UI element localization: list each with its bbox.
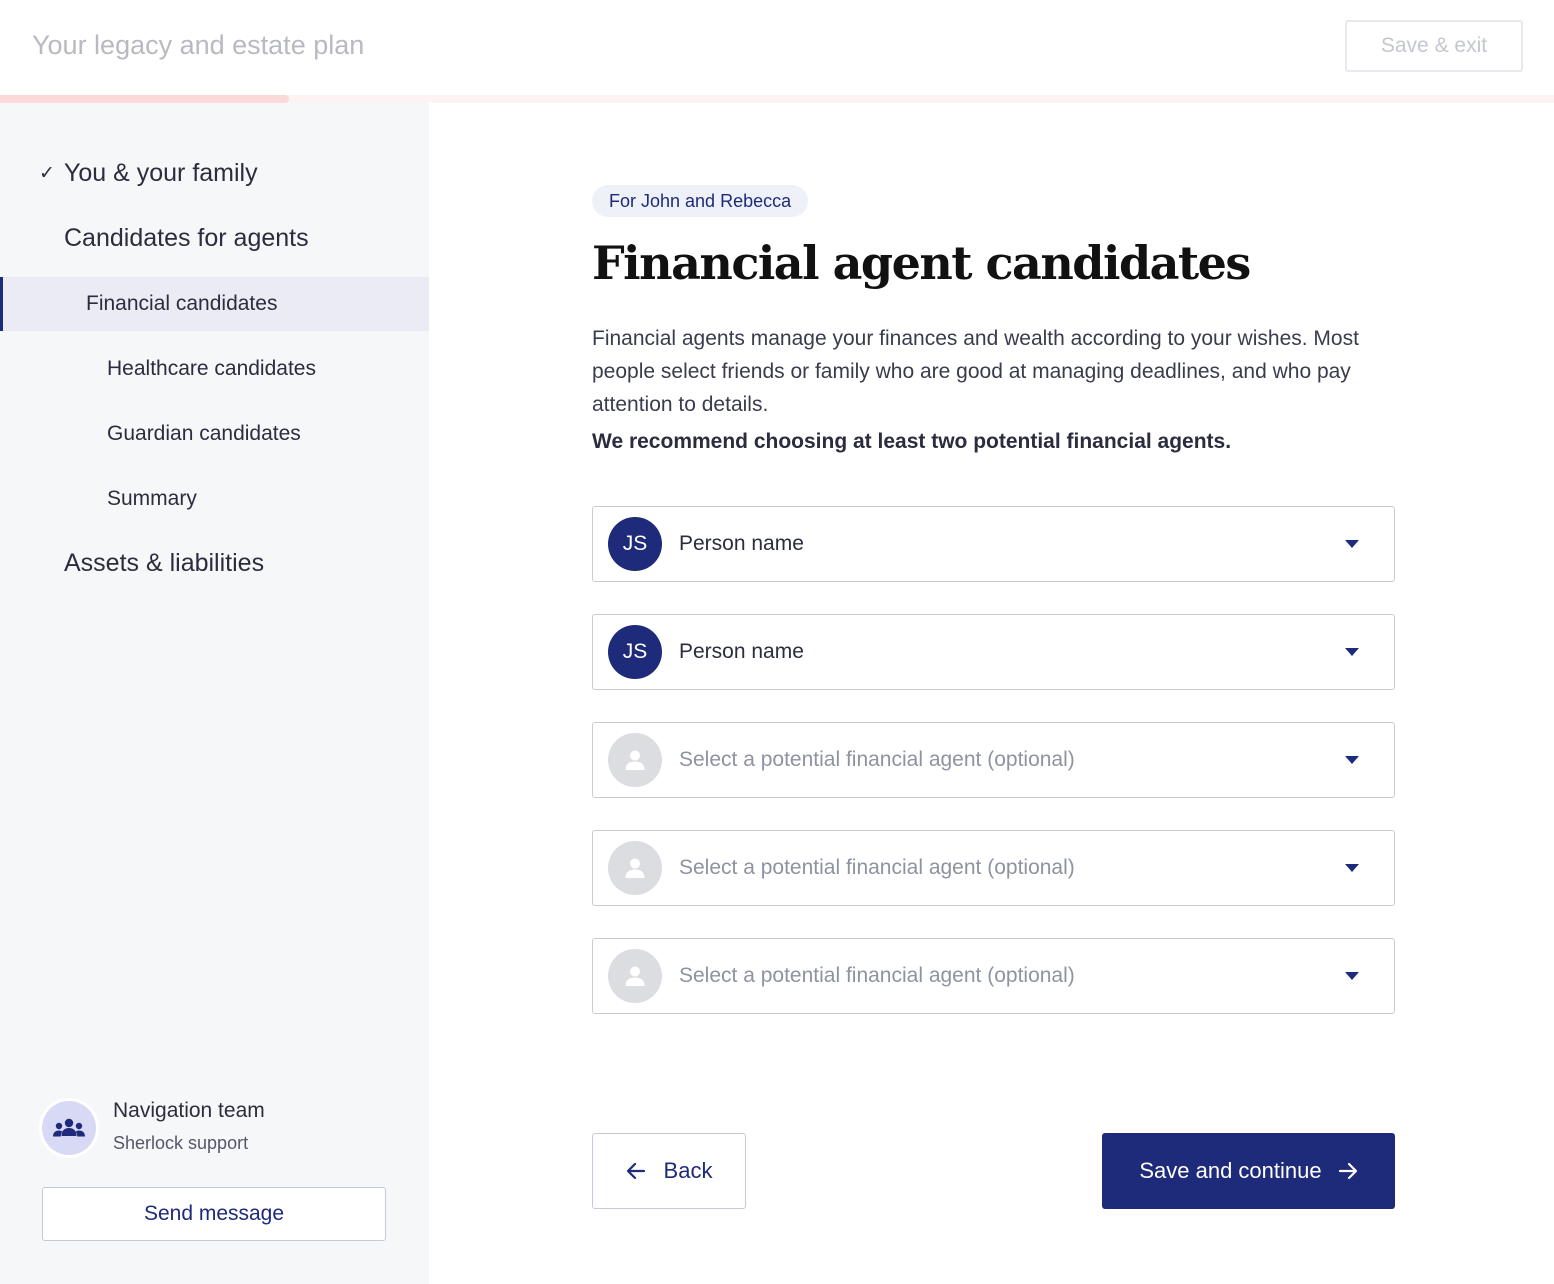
recommendation-text: We recommend choosing at least two poten… bbox=[592, 430, 1232, 453]
financial-agent-select-1[interactable]: JS Person name bbox=[592, 506, 1395, 582]
sidebar-item-guardian-candidates[interactable]: Guardian candidates bbox=[0, 409, 429, 459]
avatar: JS bbox=[608, 517, 662, 571]
person-placeholder-icon bbox=[608, 841, 662, 895]
sidebar-item-label: Guardian candidates bbox=[107, 422, 301, 445]
select-placeholder: Select a potential financial agent (opti… bbox=[679, 855, 1075, 879]
person-placeholder-icon bbox=[608, 949, 662, 1003]
sidebar-item-summary[interactable]: Summary bbox=[0, 474, 429, 524]
sidebar-item-label: Financial candidates bbox=[86, 292, 278, 315]
arrow-right-icon bbox=[1338, 1162, 1358, 1180]
sidebar-item-financial-candidates[interactable]: Financial candidates bbox=[0, 277, 429, 331]
continue-label: Save and continue bbox=[1139, 1158, 1322, 1183]
financial-agent-select-3[interactable]: Select a potential financial agent (opti… bbox=[592, 722, 1395, 798]
sidebar-item-label: Summary bbox=[107, 487, 197, 510]
financial-agent-select-5[interactable]: Select a potential financial agent (opti… bbox=[592, 938, 1395, 1014]
person-placeholder-icon bbox=[608, 733, 662, 787]
sidebar-item-candidates-for-agents[interactable]: Candidates for agents bbox=[0, 213, 429, 263]
caret-down-icon bbox=[1345, 648, 1359, 656]
select-placeholder: Select a potential financial agent (opti… bbox=[679, 747, 1075, 771]
sidebar-item-label: Healthcare candidates bbox=[107, 357, 316, 380]
select-value: Person name bbox=[679, 639, 804, 663]
back-button[interactable]: Back bbox=[592, 1133, 746, 1209]
page-title: Financial agent candidates bbox=[592, 236, 1251, 290]
back-label: Back bbox=[663, 1158, 713, 1183]
caret-down-icon bbox=[1345, 540, 1359, 548]
financial-agent-select-2[interactable]: JS Person name bbox=[592, 614, 1395, 690]
app-title: Your legacy and estate plan bbox=[32, 30, 365, 60]
caret-down-icon bbox=[1345, 972, 1359, 980]
arrow-left-icon bbox=[626, 1162, 646, 1180]
financial-agent-select-4[interactable]: Select a potential financial agent (opti… bbox=[592, 830, 1395, 906]
top-bar: Your legacy and estate plan Save & exit bbox=[0, 0, 1554, 95]
support-subtitle: Sherlock support bbox=[113, 1133, 249, 1153]
progress-fill bbox=[0, 95, 290, 103]
team-icon bbox=[42, 1101, 96, 1155]
sidebar-item-label: You & your family bbox=[64, 158, 258, 187]
sidebar: ✓ You & your family Candidates for agent… bbox=[0, 103, 429, 1284]
caret-down-icon bbox=[1345, 864, 1359, 872]
sidebar-item-healthcare-candidates[interactable]: Healthcare candidates bbox=[0, 344, 429, 394]
select-placeholder: Select a potential financial agent (opti… bbox=[679, 963, 1075, 987]
sidebar-item-assets-liabilities[interactable]: Assets & liabilities bbox=[0, 538, 429, 588]
avatar: JS bbox=[608, 625, 662, 679]
sidebar-item-label: Candidates for agents bbox=[64, 223, 309, 252]
select-value: Person name bbox=[679, 531, 804, 555]
save-and-continue-button[interactable]: Save and continue bbox=[1102, 1133, 1395, 1209]
checkmark-icon: ✓ bbox=[39, 162, 55, 184]
save-exit-button[interactable]: Save & exit bbox=[1345, 20, 1523, 72]
for-people-chip: For John and Rebecca bbox=[592, 185, 809, 217]
page-description: Financial agents manage your finances an… bbox=[592, 327, 1359, 416]
sidebar-item-you-and-family[interactable]: ✓ You & your family bbox=[0, 148, 429, 198]
support-team-name: Navigation team bbox=[113, 1099, 265, 1122]
progress-bar bbox=[0, 95, 1554, 103]
send-message-button[interactable]: Send message bbox=[42, 1187, 386, 1241]
caret-down-icon bbox=[1345, 756, 1359, 764]
sidebar-item-label: Assets & liabilities bbox=[64, 548, 265, 577]
